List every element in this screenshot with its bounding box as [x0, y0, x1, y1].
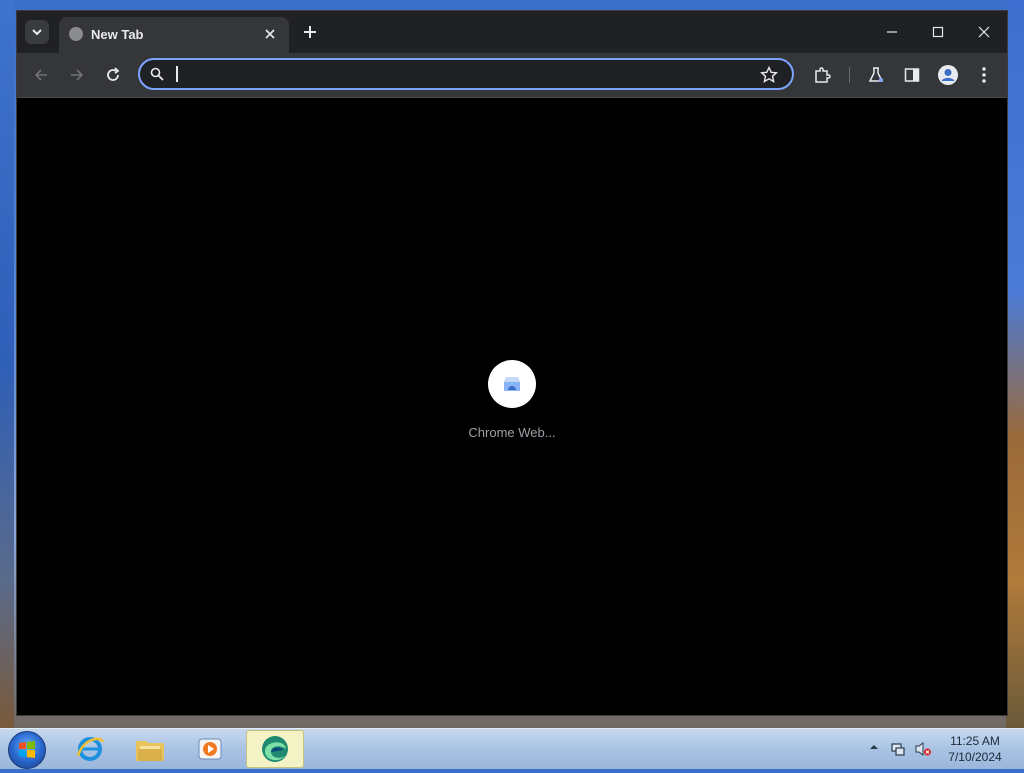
tab-search-button[interactable]	[25, 20, 49, 44]
arrow-left-icon	[34, 69, 47, 81]
folder-icon	[136, 741, 164, 761]
extensions-button[interactable]	[811, 64, 833, 86]
tab-title: New Tab	[91, 27, 144, 42]
tab-new-tab[interactable]: New Tab	[59, 17, 289, 53]
taskbar-media-player[interactable]	[182, 730, 238, 768]
minimize-icon	[887, 31, 897, 33]
search-icon	[150, 67, 164, 81]
taskbar-file-explorer[interactable]	[122, 730, 178, 768]
clock-date: 7/10/2024	[948, 750, 1002, 764]
show-hidden-icons-arrow[interactable]	[868, 741, 880, 753]
avatar-icon	[938, 65, 958, 85]
loader-label: Chrome Web...	[468, 425, 556, 440]
taskbar: 11:25 AM 7/10/2024	[0, 728, 1024, 769]
volume-muted-icon[interactable]	[914, 741, 932, 757]
close-icon	[265, 29, 275, 39]
chevron-down-icon	[32, 29, 42, 36]
title-bar: New Tab	[17, 11, 1007, 53]
kebab-menu-icon	[982, 67, 986, 83]
plus-icon	[304, 26, 316, 38]
star-icon[interactable]	[760, 66, 778, 84]
page-content: Chrome Web...	[17, 98, 1007, 715]
minimize-button[interactable]	[869, 17, 915, 47]
desktop-background-left	[0, 0, 14, 728]
clock-time: 11:25 AM	[950, 734, 1000, 748]
media-player-icon	[198, 738, 222, 760]
side-panel-button[interactable]	[901, 64, 923, 86]
arrow-right-icon	[71, 69, 84, 81]
flask-icon	[868, 67, 884, 82]
reload-button[interactable]	[101, 63, 125, 87]
back-button[interactable]	[29, 63, 53, 87]
internet-explorer-icon	[76, 737, 105, 761]
tab-close-button[interactable]	[261, 25, 279, 43]
menu-button[interactable]	[973, 64, 995, 86]
taskbar-edge-browser[interactable]	[246, 730, 304, 768]
new-tab-button[interactable]	[299, 21, 321, 43]
windows-logo-icon	[19, 741, 35, 758]
chrome-window: New Tab Chrome Web...	[16, 10, 1008, 716]
puzzle-icon	[815, 67, 831, 83]
network-icon[interactable]	[890, 741, 906, 757]
forward-button[interactable]	[65, 63, 89, 87]
browser-toolbar	[17, 53, 1007, 98]
desktop-background-right	[1006, 0, 1024, 728]
taskbar-internet-explorer[interactable]	[62, 730, 118, 768]
address-input[interactable]	[174, 63, 738, 87]
globe-icon	[69, 27, 83, 41]
profile-button[interactable]	[937, 64, 959, 86]
address-bar[interactable]	[138, 58, 794, 90]
reload-icon	[107, 67, 120, 81]
system-clock[interactable]: 11:25 AM 7/10/2024	[940, 733, 1010, 765]
side-panel-icon	[904, 68, 920, 82]
maximize-button[interactable]	[915, 17, 961, 47]
start-button[interactable]	[8, 731, 46, 769]
web-store-icon	[504, 377, 520, 391]
close-icon	[978, 26, 990, 38]
text-caret	[176, 66, 178, 82]
edge-icon	[262, 736, 288, 762]
maximize-icon	[932, 26, 944, 38]
chrome-labs-button[interactable]	[865, 64, 887, 86]
toolbar-divider	[849, 67, 850, 83]
page-loader	[488, 360, 536, 408]
window-close-button[interactable]	[961, 17, 1007, 47]
